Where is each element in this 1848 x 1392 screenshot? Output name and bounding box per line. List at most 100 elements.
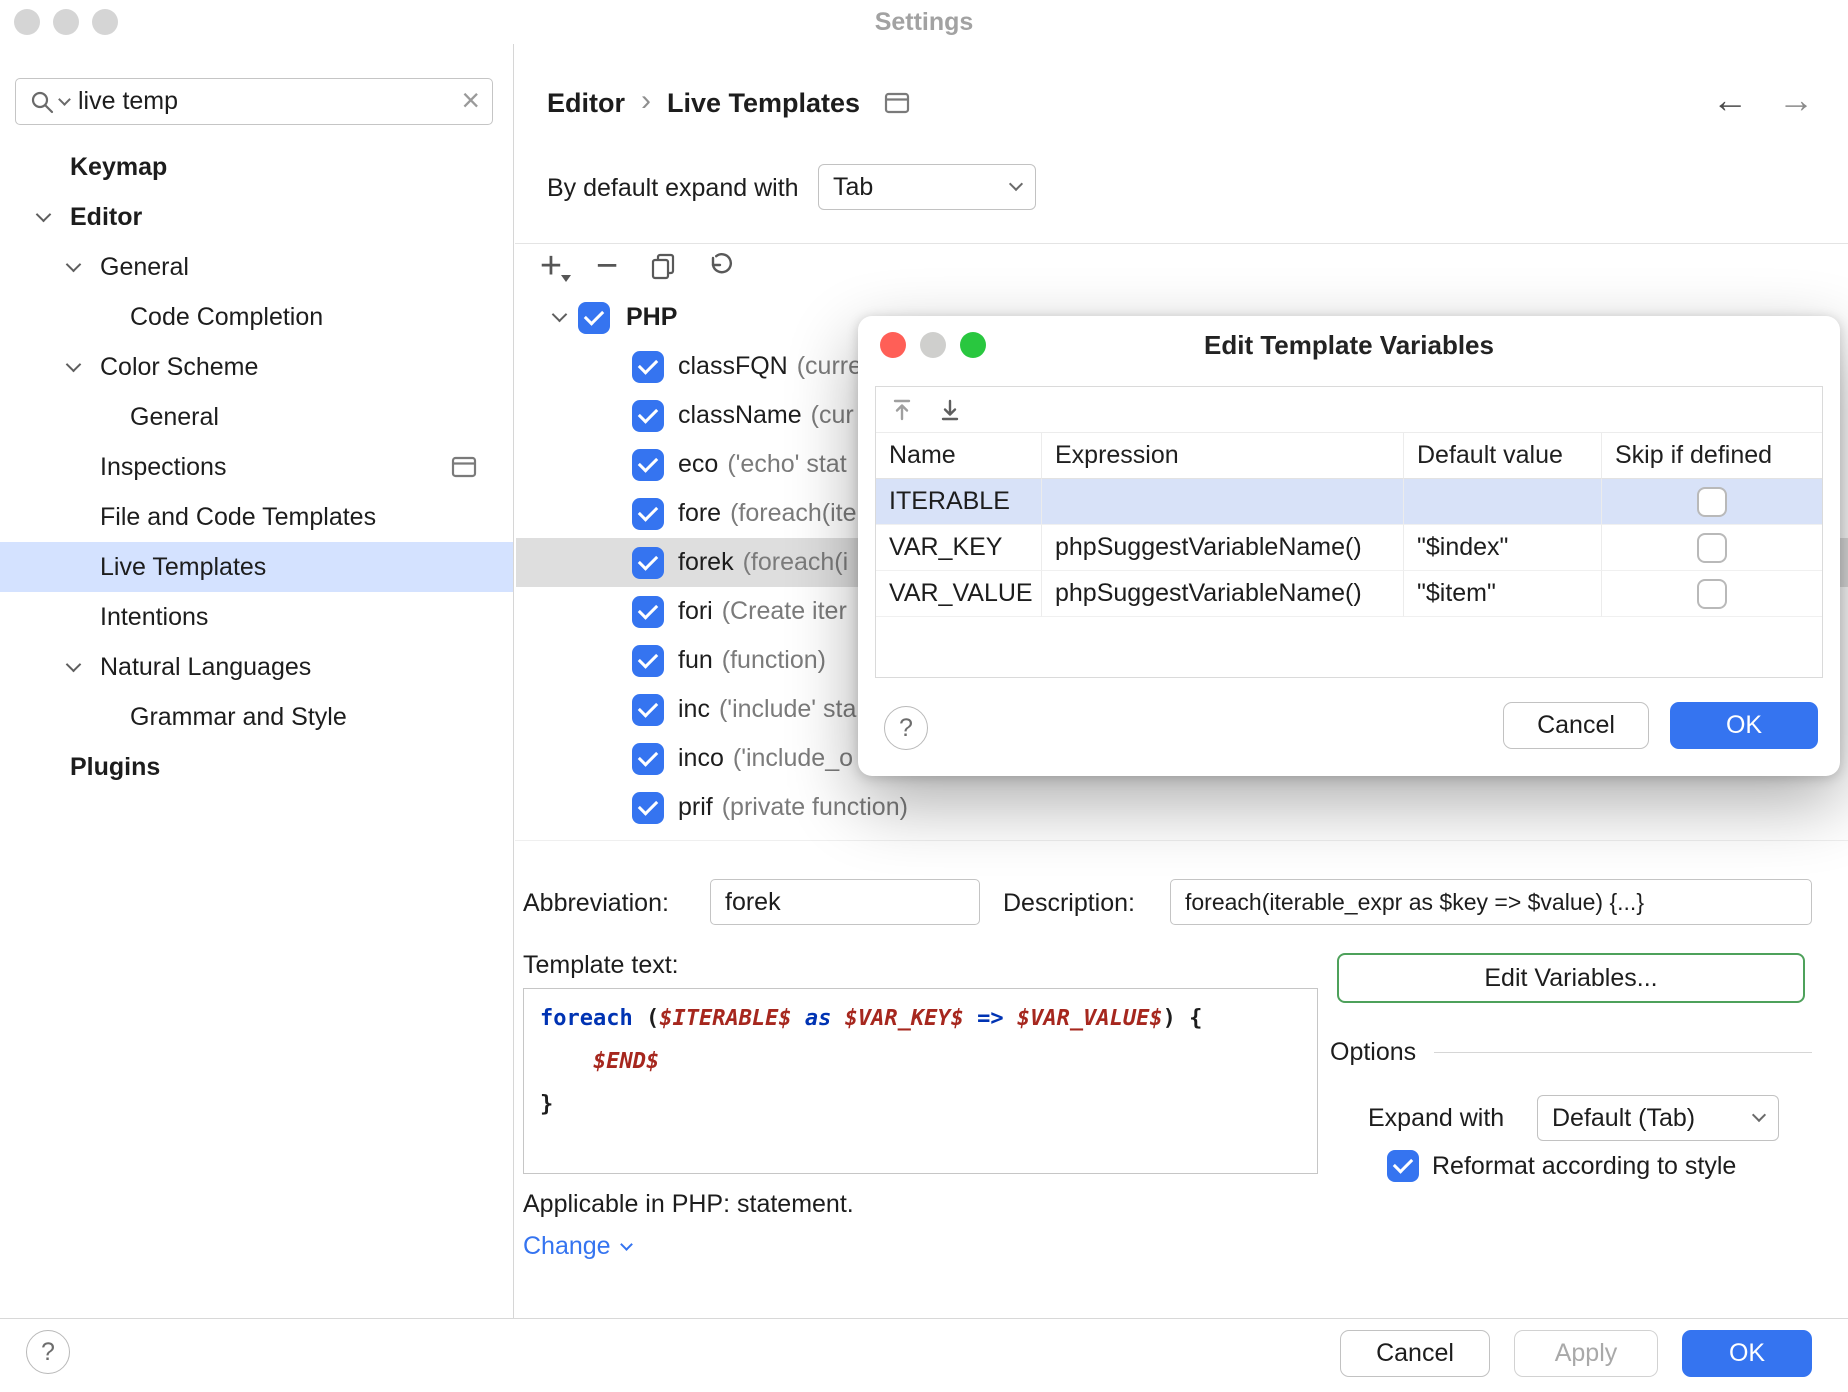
sidebar-item-general[interactable]: General [0, 392, 513, 442]
column-skip-if-defined[interactable]: Skip if defined [1602, 433, 1822, 479]
description-input[interactable] [1170, 879, 1812, 925]
reformat-label: Reformat according to style [1432, 1152, 1736, 1181]
change-context-link[interactable]: Change [523, 1223, 631, 1269]
template-code: foreach ($ITERABLE$ as $VAR_KEY$ => $VAR… [540, 997, 1301, 1126]
template-description: ('echo' stat [727, 450, 846, 479]
edit-variables-button[interactable]: Edit Variables... [1337, 953, 1805, 1003]
description-label: Description: [1003, 880, 1135, 926]
template-abbreviation: className [678, 401, 802, 430]
sidebar-item-label: Plugins [70, 753, 160, 782]
back-arrow-icon[interactable]: ← [1712, 82, 1748, 118]
sidebar-item-color-scheme[interactable]: Color Scheme [0, 342, 513, 392]
dialog-ok-button[interactable]: OK [1670, 702, 1818, 749]
add-template-button[interactable]: + [533, 248, 569, 284]
sidebar-item-code-completion[interactable]: Code Completion [0, 292, 513, 342]
template-checkbox[interactable] [632, 645, 664, 677]
default-expand-label: By default expand with [547, 166, 799, 210]
options-title: Options [1330, 1038, 1416, 1067]
add-icon: + [540, 247, 562, 285]
template-checkbox[interactable] [632, 449, 664, 481]
template-abbreviation: prif [678, 793, 713, 822]
template-description: (foreach(ite [730, 499, 856, 528]
template-description: ('include' sta [719, 695, 856, 724]
move-up-button[interactable] [884, 392, 920, 428]
remove-template-button[interactable]: − [589, 248, 625, 284]
search-icon [28, 88, 56, 116]
template-abbreviation: forek [678, 548, 734, 577]
move-up-icon [887, 395, 917, 425]
variables-table-header: Name Expression Default value Skip if de… [876, 433, 1822, 479]
code-line: foreach ($ITERABLE$ as $VAR_KEY$ => $VAR… [540, 997, 1301, 1040]
sidebar-item-keymap[interactable]: Keymap [0, 142, 513, 192]
template-checkbox[interactable] [632, 498, 664, 530]
ok-button[interactable]: OK [1682, 1330, 1812, 1377]
search-history-chevron-icon[interactable] [58, 93, 71, 106]
apply-button[interactable]: Apply [1514, 1330, 1658, 1377]
sidebar-item-editor[interactable]: Editor [0, 192, 513, 242]
variable-row-iterable[interactable]: ITERABLE [876, 479, 1822, 525]
sidebar-item-inspections[interactable]: Inspections [0, 442, 513, 492]
template-checkbox[interactable] [632, 694, 664, 726]
template-description: (cur [811, 401, 854, 430]
sidebar-item-label: Grammar and Style [130, 703, 347, 732]
template-checkbox[interactable] [632, 596, 664, 628]
variable-expression-cell [1042, 479, 1404, 525]
default-expand-dropdown[interactable]: Tab [818, 164, 1036, 210]
restore-defaults-button[interactable] [701, 248, 737, 284]
template-checkbox[interactable] [632, 547, 664, 579]
move-down-icon [935, 395, 965, 425]
settings-search-box[interactable]: × [15, 78, 493, 125]
template-checkbox[interactable] [632, 792, 664, 824]
template-text-label: Template text: [523, 942, 679, 988]
sidebar-item-label: File and Code Templates [100, 503, 376, 532]
breadcrumb-separator: › [641, 84, 651, 118]
move-down-button[interactable] [932, 392, 968, 428]
sidebar-item-general[interactable]: General [0, 242, 513, 292]
sidebar-item-label: Natural Languages [100, 653, 311, 682]
cancel-button[interactable]: Cancel [1340, 1330, 1490, 1377]
column-expression[interactable]: Expression [1042, 433, 1404, 479]
open-in-window-icon[interactable] [884, 91, 910, 115]
dialog-help-button[interactable]: ? [884, 706, 928, 750]
chevron-down-icon[interactable] [66, 256, 82, 272]
dialog-title: Edit Template Variables [858, 330, 1840, 361]
clear-search-icon[interactable]: × [461, 84, 480, 116]
variable-row-var_key[interactable]: VAR_KEY phpSuggestVariableName() "$index… [876, 525, 1822, 571]
sidebar-item-intentions[interactable]: Intentions [0, 592, 513, 642]
abbreviation-input[interactable] [710, 879, 980, 925]
dialog-cancel-button[interactable]: Cancel [1503, 702, 1649, 749]
template-checkbox[interactable] [632, 400, 664, 432]
group-checkbox[interactable] [578, 302, 610, 334]
breadcrumb-live-templates: Live Templates [667, 88, 860, 119]
chevron-down-icon[interactable] [552, 307, 568, 323]
template-checkbox[interactable] [632, 351, 664, 383]
skip-if-defined-checkbox[interactable] [1697, 487, 1727, 517]
variable-row-var_value[interactable]: VAR_VALUE phpSuggestVariableName() "$ite… [876, 571, 1822, 617]
sidebar-item-file-and-code-templates[interactable]: File and Code Templates [0, 492, 513, 542]
forward-arrow-icon[interactable]: → [1778, 82, 1814, 118]
column-name[interactable]: Name [876, 433, 1042, 479]
sidebar-item-natural-languages[interactable]: Natural Languages [0, 642, 513, 692]
duplicate-template-button[interactable] [645, 248, 681, 284]
sidebar-item-plugins[interactable]: Plugins [0, 742, 513, 792]
column-default-value[interactable]: Default value [1404, 433, 1602, 479]
template-text-editor[interactable]: foreach ($ITERABLE$ as $VAR_KEY$ => $VAR… [523, 988, 1318, 1174]
skip-if-defined-checkbox[interactable] [1697, 533, 1727, 563]
reformat-checkbox[interactable] [1387, 1150, 1419, 1182]
chevron-down-icon[interactable] [36, 206, 52, 222]
expand-with-dropdown[interactable]: Default (Tab) [1537, 1095, 1779, 1141]
template-row-prif[interactable]: prif (private function) [516, 783, 1848, 832]
code-line: $END$ [540, 1040, 1301, 1083]
template-checkbox[interactable] [632, 743, 664, 775]
chevron-down-icon[interactable] [66, 656, 82, 672]
duplicate-icon [646, 249, 680, 283]
help-button[interactable]: ? [26, 1330, 70, 1374]
breadcrumb-editor[interactable]: Editor [547, 88, 625, 119]
sidebar-item-grammar-and-style[interactable]: Grammar and Style [0, 692, 513, 742]
template-abbreviation: fori [678, 597, 713, 626]
search-input[interactable] [78, 87, 454, 116]
variables-table: Name Expression Default value Skip if de… [875, 386, 1823, 678]
skip-if-defined-checkbox[interactable] [1697, 579, 1727, 609]
chevron-down-icon[interactable] [66, 356, 82, 372]
sidebar-item-live-templates[interactable]: Live Templates [0, 542, 513, 592]
